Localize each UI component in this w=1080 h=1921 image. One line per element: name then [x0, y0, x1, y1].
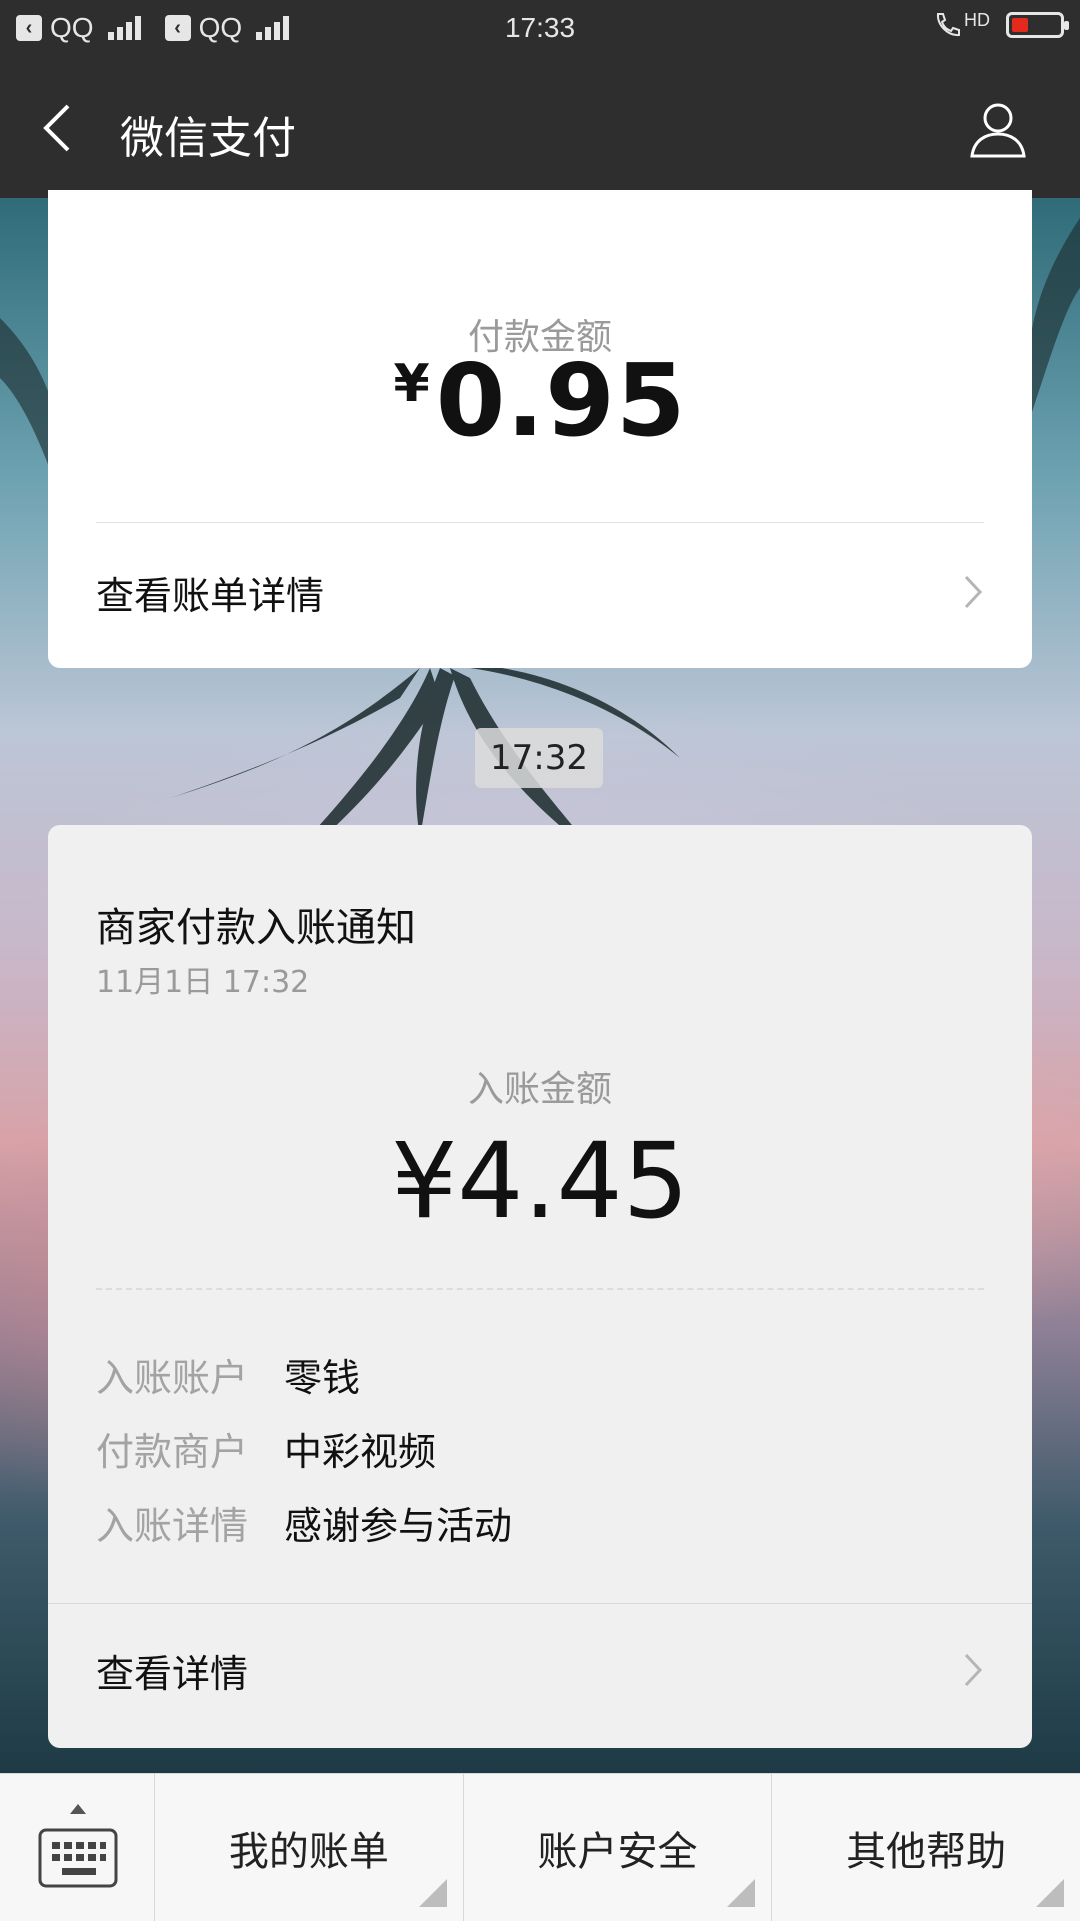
field-key: 付款商户: [96, 1430, 249, 1474]
credited-amount-label: 入账金额: [467, 1069, 612, 1110]
notice-title: 商家付款入账通知: [96, 905, 416, 951]
status-right: HD: [932, 10, 1069, 40]
hd-call-icon: HD: [932, 10, 990, 40]
keyboard-icon: [38, 1828, 118, 1888]
menu-label: 我的账单: [228, 1828, 389, 1875]
status-time: 17:33: [504, 12, 576, 43]
credited-amount-value: ¥4.45: [391, 1120, 689, 1242]
menu-label: 账户安全: [537, 1828, 698, 1875]
battery-icon: [1006, 12, 1069, 38]
divider: [96, 522, 984, 523]
field-row-details: 入账详情 感谢参与活动: [96, 1495, 512, 1550]
payment-card: 付款金额 ¥0.95 查看账单详情: [48, 190, 1032, 668]
view-details-label: 查看详情: [96, 1651, 249, 1696]
menu-other-help[interactable]: 其他帮助: [772, 1774, 1080, 1921]
chevron-right-icon: [964, 575, 983, 609]
field-row-account: 入账账户 零钱: [96, 1347, 360, 1402]
view-bill-details-link[interactable]: 查看账单详情: [96, 542, 984, 642]
field-value: 中彩视频: [284, 1430, 437, 1474]
field-key: 入账账户: [96, 1356, 249, 1400]
status-bar: ‹ QQ ‹ QQ 17:33 HD: [0, 0, 1080, 58]
notice-date: 11月1日 17:32: [96, 965, 310, 1000]
title-bar: 微信支付: [0, 58, 1080, 198]
payment-amount: ¥0.95: [48, 342, 1032, 459]
menu-label: 其他帮助: [846, 1828, 1007, 1875]
submenu-indicator-icon: [727, 1879, 756, 1907]
field-value: 感谢参与活动: [284, 1504, 513, 1548]
battery-fill: [1012, 18, 1028, 32]
message-timestamp: 17:32: [475, 728, 603, 788]
keyboard-toggle-button[interactable]: [0, 1774, 155, 1921]
arrow-up-icon: [70, 1804, 86, 1814]
payment-amount-value: 0.95: [435, 342, 687, 459]
submenu-indicator-icon: [1036, 1879, 1065, 1907]
user-profile-icon[interactable]: [966, 96, 1030, 160]
menu-my-bills[interactable]: 我的账单: [155, 1774, 464, 1921]
divider: [48, 1603, 1032, 1604]
view-bill-details-label: 查看账单详情: [96, 573, 325, 618]
currency-symbol: ¥: [393, 354, 430, 414]
dashed-divider: [96, 1288, 984, 1290]
bottom-menu-bar: 我的账单 账户安全 其他帮助: [0, 1773, 1080, 1921]
back-arrow-icon[interactable]: [38, 100, 78, 156]
menu-account-security[interactable]: 账户安全: [464, 1774, 773, 1921]
field-row-merchant: 付款商户 中彩视频: [96, 1421, 436, 1476]
chevron-right-icon: [964, 1653, 983, 1687]
page-title: 微信支付: [120, 113, 296, 164]
field-key: 入账详情: [96, 1504, 249, 1548]
submenu-indicator-icon: [418, 1879, 447, 1907]
merchant-payment-notice-card: 商家付款入账通知 11月1日 17:32 入账金额 ¥4.45 入账账户 零钱 …: [48, 825, 1032, 1748]
view-details-link[interactable]: 查看详情: [96, 1620, 984, 1720]
field-value: 零钱: [284, 1356, 361, 1400]
